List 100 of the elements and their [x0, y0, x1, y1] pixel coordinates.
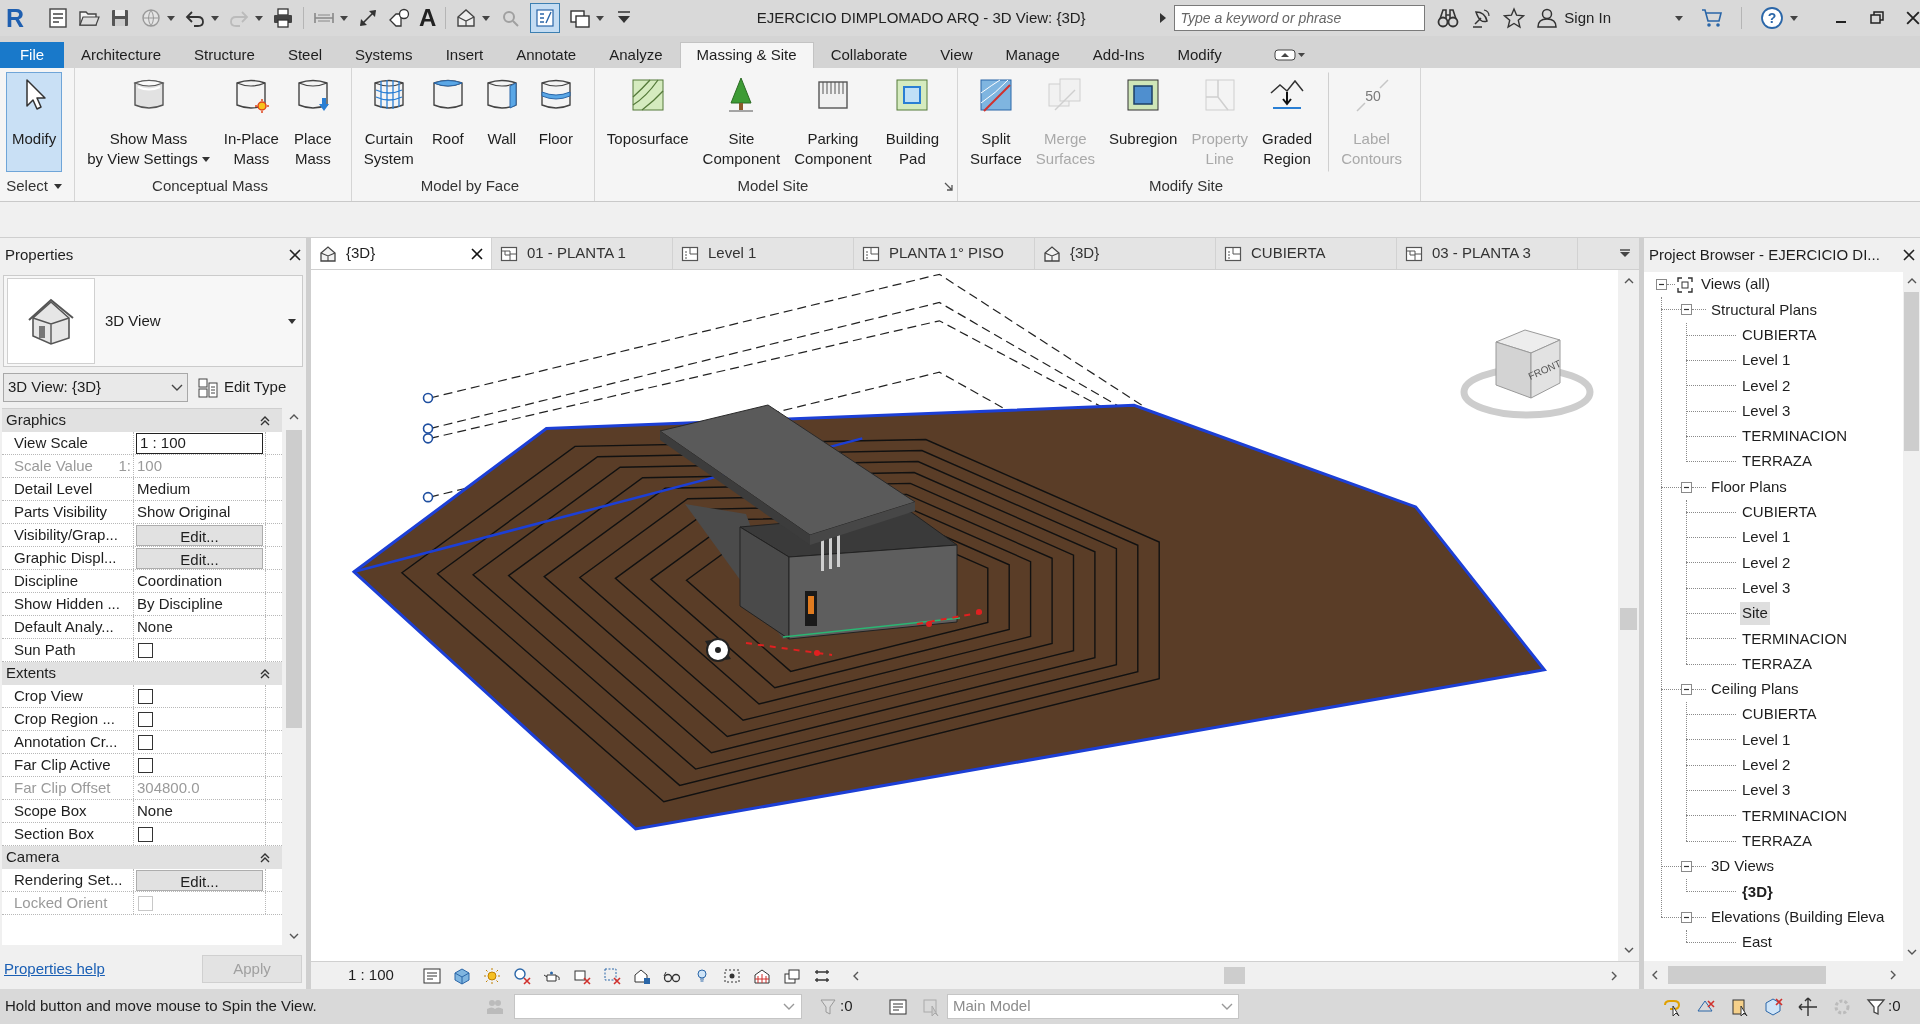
properties-help-link[interactable]: Properties help — [4, 957, 105, 981]
caret-icon[interactable] — [340, 15, 348, 21]
property-value[interactable]: Coordination — [136, 569, 224, 593]
ribbon-tab[interactable]: View — [924, 42, 989, 68]
ribbon-tab[interactable]: Steel — [271, 42, 339, 68]
collapse-icon[interactable] — [1681, 860, 1692, 872]
property-value[interactable]: By Discipline — [136, 592, 224, 616]
type-selector[interactable]: 3D View — [3, 275, 303, 367]
floor-button[interactable]: Floor — [529, 72, 582, 172]
collapse-icon[interactable] — [1656, 279, 1667, 291]
scrollbar-thumb[interactable] — [1224, 967, 1245, 984]
modify-button[interactable]: Modify — [6, 72, 63, 172]
checkbox[interactable] — [138, 642, 153, 658]
house-icon[interactable] — [455, 7, 478, 29]
tree-item[interactable]: Level 1 — [1740, 349, 1793, 372]
caret-icon[interactable] — [167, 15, 175, 21]
toposurface-button[interactable]: Toposurface — [600, 72, 695, 172]
star-icon[interactable] — [1503, 7, 1526, 29]
property-value[interactable]: Show Original — [136, 500, 232, 524]
tree-item[interactable]: Level 3 — [1740, 576, 1793, 600]
close-icon[interactable] — [1906, 11, 1920, 25]
edit-button[interactable]: Edit... — [136, 869, 263, 891]
cart-icon[interactable] — [1701, 7, 1723, 29]
tree-item[interactable]: Ceiling Plans — [1709, 678, 1801, 701]
scroll-up-icon[interactable] — [1906, 278, 1917, 284]
collapse-icon[interactable] — [1681, 683, 1692, 695]
in-place-mass-button[interactable]: In-Place Mass — [217, 72, 285, 172]
caret-icon[interactable] — [482, 15, 491, 21]
view-selector[interactable]: 3D View: {3D} — [3, 373, 188, 402]
parking-component-button[interactable]: Parking Component — [788, 72, 878, 172]
property-value[interactable]: None — [136, 615, 174, 639]
app-logo[interactable]: R — [6, 5, 28, 31]
save-icon[interactable] — [109, 7, 131, 29]
tag-icon[interactable] — [388, 7, 410, 29]
sun-icon[interactable] — [483, 966, 501, 985]
curtain-system-button[interactable]: Curtain System — [357, 72, 420, 172]
tree-item[interactable]: Views (all) — [1699, 273, 1772, 296]
property-group-header[interactable]: Graphics — [2, 409, 282, 432]
crossed-arrows-icon[interactable] — [1798, 996, 1818, 1017]
help-icon[interactable]: ? — [1760, 6, 1784, 30]
stacked-boxes-icon[interactable] — [783, 966, 801, 985]
text-tool-icon[interactable]: A — [419, 6, 437, 30]
tree-item[interactable]: Level 1 — [1740, 728, 1793, 752]
show-mass-button[interactable]: Show Mass by View Settings — [81, 72, 216, 172]
circle-x-icon[interactable] — [513, 966, 531, 985]
tree-item[interactable]: Elevations (Building Eleva — [1709, 905, 1887, 929]
checkbox[interactable] — [138, 826, 153, 842]
checkbox[interactable] — [138, 757, 153, 773]
file-tab[interactable]: File — [0, 42, 64, 68]
scrollbar-thumb[interactable] — [286, 430, 302, 728]
scroll-down-icon[interactable] — [1623, 947, 1634, 953]
subregion-button[interactable]: Subregion — [1103, 72, 1184, 172]
checkbox[interactable] — [138, 734, 153, 750]
building-pad-button[interactable]: Building Pad — [879, 72, 946, 172]
filter-icon[interactable] — [1866, 996, 1886, 1017]
ribbon-tab[interactable]: Collaborate — [814, 42, 924, 68]
ribbon-tab[interactable]: Annotate — [500, 42, 593, 68]
caret-icon[interactable] — [596, 15, 605, 21]
scrollbar-thumb[interactable] — [1904, 292, 1919, 451]
caret-icon[interactable] — [288, 318, 296, 324]
scroll-down-icon[interactable] — [289, 933, 299, 939]
scroll-left-icon[interactable] — [853, 970, 859, 981]
ribbon-tab[interactable]: Architecture — [65, 42, 178, 68]
tree-item[interactable]: TERRAZA — [1740, 450, 1814, 473]
tree-item[interactable]: Level 1 — [1740, 526, 1793, 549]
scroll-up-icon[interactable] — [289, 414, 299, 420]
tree-item[interactable]: CUBIERTA — [1740, 324, 1819, 347]
ribbon-tab[interactable]: Structure — [178, 42, 271, 68]
text-lines-icon[interactable] — [423, 966, 441, 985]
view-scale-label[interactable]: 1 : 100 — [348, 964, 423, 987]
ribbon-tab[interactable]: Systems — [339, 42, 429, 68]
tree-item[interactable]: Level 3 — [1740, 399, 1793, 423]
printer-icon[interactable] — [272, 7, 294, 29]
document-tab[interactable]: {3D} — [311, 238, 492, 269]
scrollbar-thumb[interactable] — [1668, 966, 1826, 984]
close-tab-icon[interactable] — [471, 247, 483, 260]
edit-type-button[interactable]: Edit Type — [194, 373, 291, 402]
note-cursor-icon[interactable] — [1730, 996, 1750, 1017]
hexagon-x-icon[interactable] — [1764, 996, 1784, 1017]
caret-icon[interactable] — [201, 156, 210, 162]
edit-button[interactable]: Edit... — [136, 524, 263, 546]
scroll-down-icon[interactable] — [1906, 949, 1917, 955]
scroll-right-icon[interactable] — [1890, 970, 1896, 980]
tree-item[interactable]: Level 2 — [1740, 551, 1793, 575]
ribbon-tab[interactable]: Manage — [989, 42, 1076, 68]
property-group-header[interactable]: Camera — [2, 846, 282, 869]
tree-item[interactable]: Floor Plans — [1709, 475, 1789, 499]
cube-icon[interactable] — [453, 966, 471, 985]
edit-button[interactable]: Edit... — [136, 547, 263, 569]
dashed-frame-icon[interactable] — [723, 966, 741, 985]
wall-button[interactable]: Wall — [475, 72, 528, 172]
collapse-icon[interactable] — [260, 415, 270, 426]
scrollbar-thumb[interactable] — [1620, 608, 1637, 630]
ribbon-tab[interactable]: Add-Ins — [1076, 42, 1161, 68]
tree-item[interactable]: Level 2 — [1740, 754, 1793, 777]
close-icon[interactable] — [289, 249, 301, 261]
collapse-icon[interactable] — [1681, 304, 1692, 316]
windows-icon[interactable] — [569, 7, 592, 29]
tree-item[interactable]: CUBIERTA — [1740, 703, 1819, 726]
caret-icon[interactable] — [255, 15, 263, 21]
